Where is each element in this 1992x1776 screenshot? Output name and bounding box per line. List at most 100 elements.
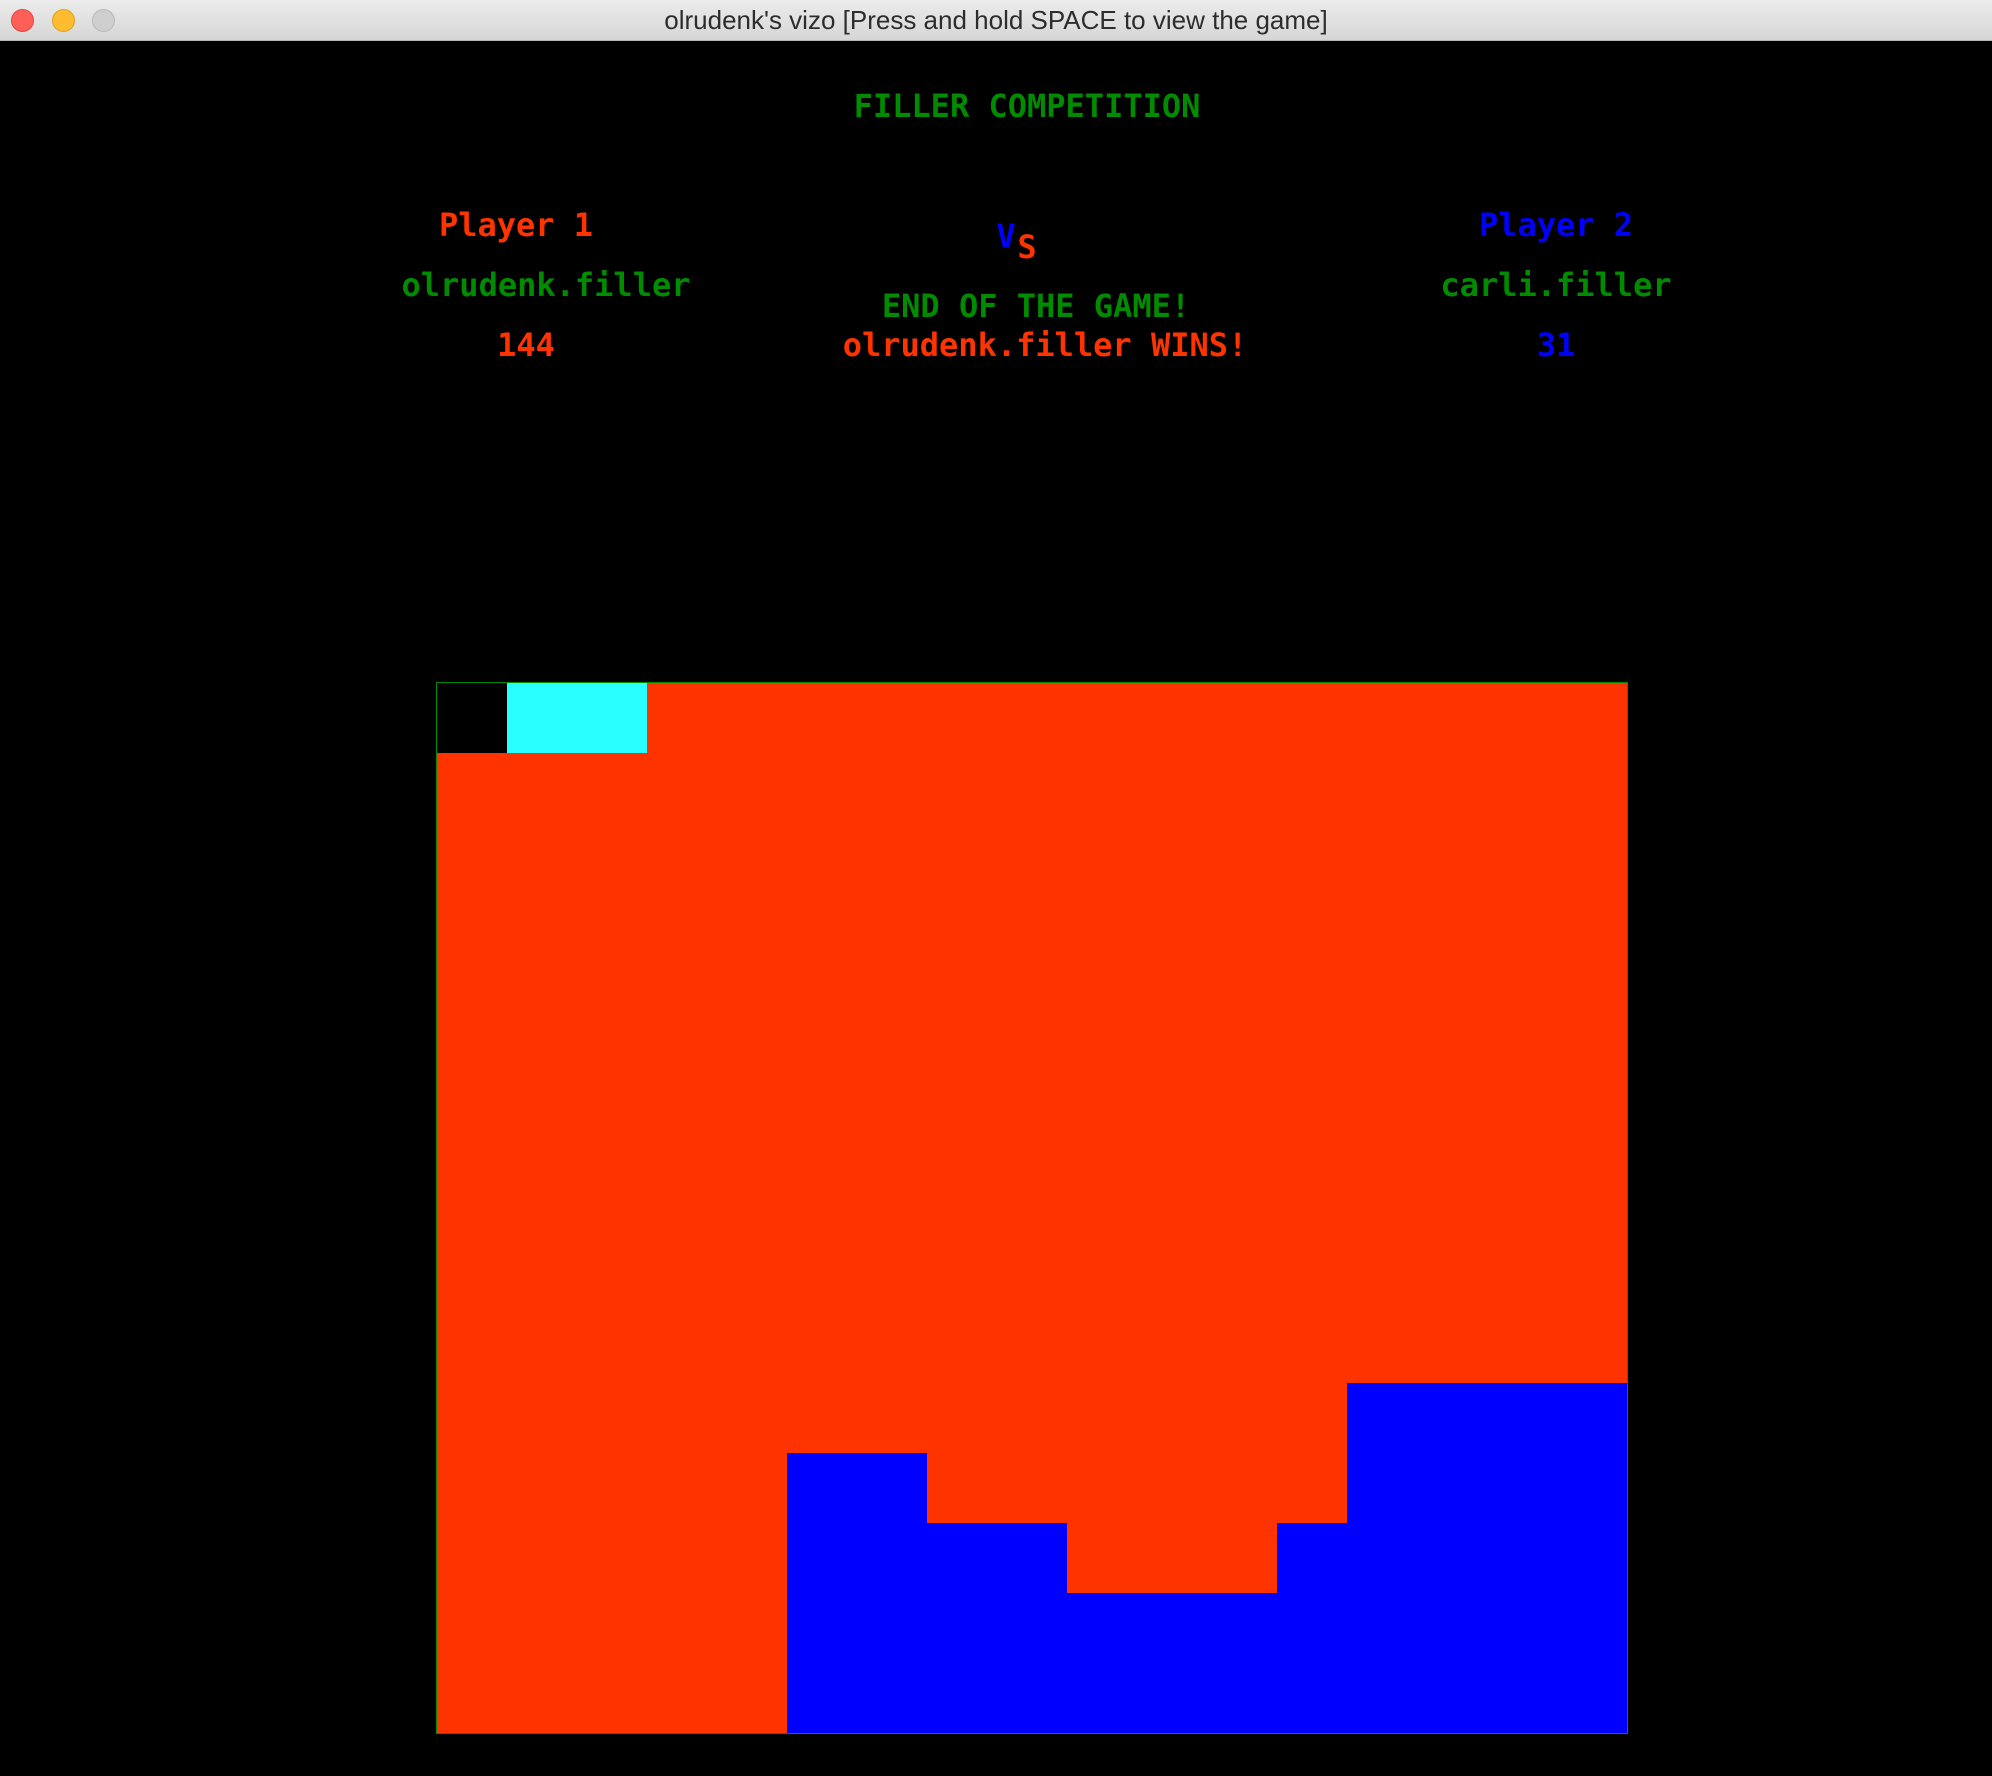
player1-cell (717, 823, 787, 893)
player1-cell (647, 1173, 717, 1243)
player1-cell (577, 1383, 647, 1453)
player1-cell (1487, 683, 1557, 753)
player1-cell (1067, 683, 1137, 753)
player1-cell (577, 1523, 647, 1593)
player1-cell (1277, 1313, 1347, 1383)
player1-cell (1277, 1173, 1347, 1243)
player1-cell (1137, 1453, 1207, 1523)
player1-cell (437, 1453, 507, 1523)
player1-cell (1417, 963, 1487, 1033)
player2-label: Player 2 (1478, 206, 1634, 244)
player1-cell (1417, 893, 1487, 963)
player1-cell (437, 1593, 507, 1663)
player1-cell (717, 1243, 787, 1313)
player2-cell (1487, 1453, 1557, 1523)
player1-cell (1557, 893, 1627, 963)
player2-cell (1417, 1383, 1487, 1453)
player1-cell (1347, 1033, 1417, 1103)
player1-cell (1137, 893, 1207, 963)
player1-cell (1207, 1103, 1277, 1173)
player1-cell (997, 823, 1067, 893)
player1-cell (647, 683, 717, 753)
player1-cell (1207, 1383, 1277, 1453)
player1-cell (1067, 893, 1137, 963)
player1-cell (1137, 1383, 1207, 1453)
player1-cell (717, 1033, 787, 1103)
player1-cell (1137, 1103, 1207, 1173)
player1-cell (997, 1033, 1067, 1103)
player1-cell (1347, 823, 1417, 893)
player1-cell (1347, 1103, 1417, 1173)
player1-cell (997, 1243, 1067, 1313)
player1-cell (507, 1383, 577, 1453)
player2-cell (927, 1663, 997, 1733)
player2-cell (997, 1523, 1067, 1593)
player1-cell (787, 1173, 857, 1243)
player1-cell (717, 1103, 787, 1173)
player1-cell (647, 1663, 717, 1733)
competition-title: FILLER COMPETITION (853, 87, 1201, 125)
player1-cell (507, 1453, 577, 1523)
player1-cell (647, 963, 717, 1033)
player1-cell (927, 1243, 997, 1313)
player2-cell (787, 1453, 857, 1523)
player2-cell (857, 1523, 927, 1593)
player1-cell (437, 893, 507, 963)
player1-score: 144 (497, 326, 555, 364)
player1-cell (1067, 1313, 1137, 1383)
player1-cell (1347, 1243, 1417, 1313)
player1-cell (577, 963, 647, 1033)
player1-cell (1557, 823, 1627, 893)
player1-cell (507, 893, 577, 963)
player1-cell (507, 1313, 577, 1383)
player2-cell (997, 1593, 1067, 1663)
player1-cell (1067, 1103, 1137, 1173)
player1-cell (437, 1103, 507, 1173)
player1-cell (1277, 1383, 1347, 1453)
player1-cell (507, 1173, 577, 1243)
player1-cell (437, 1383, 507, 1453)
player1-cell (1137, 963, 1207, 1033)
player1-cell (1067, 1453, 1137, 1523)
player1-cell (647, 823, 717, 893)
player1-cell (1557, 683, 1627, 753)
player1-cell (1277, 823, 1347, 893)
player1-cell (1417, 1033, 1487, 1103)
player1-cell (577, 1173, 647, 1243)
player1-cell (1277, 1453, 1347, 1523)
player1-cell (647, 1033, 717, 1103)
player1-label: Player 1 (438, 206, 594, 244)
player1-cell (437, 963, 507, 1033)
player1-cell (1277, 1033, 1347, 1103)
player1-cell (1137, 1243, 1207, 1313)
window-title: olrudenk's vizo [Press and hold SPACE to… (664, 5, 1328, 35)
player1-cell (577, 1033, 647, 1103)
player1-cell (1557, 1243, 1627, 1313)
window-titlebar: olrudenk's vizo [Press and hold SPACE to… (0, 0, 1992, 41)
player1-cell (717, 1313, 787, 1383)
player2-cell (1417, 1663, 1487, 1733)
player1-cell (437, 1173, 507, 1243)
player2-cell (997, 1663, 1067, 1733)
player2-cell (1207, 1663, 1277, 1733)
player1-cell (1207, 1453, 1277, 1523)
player1-cell (1417, 1313, 1487, 1383)
player1-cell (927, 1173, 997, 1243)
player1-cell (1417, 1243, 1487, 1313)
player1-cell (647, 1383, 717, 1453)
player1-cell (1137, 1033, 1207, 1103)
player2-score: 31 (1536, 326, 1576, 364)
player2-cell (927, 1523, 997, 1593)
player1-cell (1417, 753, 1487, 823)
player1-cell (927, 1453, 997, 1523)
player1-cell (647, 1523, 717, 1593)
player1-cell (1347, 683, 1417, 753)
empty-cell (437, 683, 507, 753)
player1-cell (1207, 1313, 1277, 1383)
last-piece-cell (577, 683, 647, 753)
player1-cell (1417, 1173, 1487, 1243)
player1-cell (1557, 1313, 1627, 1383)
vs-letter-s: S (1017, 228, 1037, 266)
player1-cell (857, 1383, 927, 1453)
player1-cell (1067, 1243, 1137, 1313)
